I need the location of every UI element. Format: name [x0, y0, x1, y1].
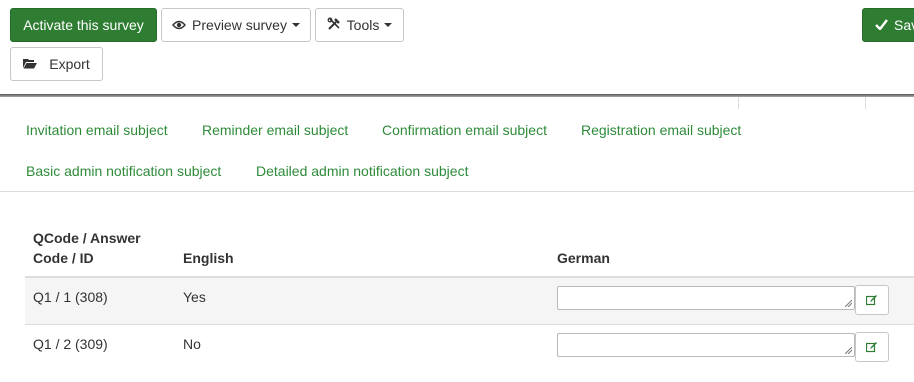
tab-reminder-email-subject[interactable]: Reminder email subject: [202, 122, 348, 138]
row-code: Q1 / 2 (309): [33, 336, 108, 352]
save-label: Sav: [894, 17, 914, 33]
preview-survey-button[interactable]: Preview survey: [161, 8, 311, 42]
german-translation-input[interactable]: [557, 286, 855, 310]
row-code: Q1 / 1 (308): [33, 289, 108, 305]
column-header-german: German: [557, 250, 610, 266]
tab-registration-email-subject[interactable]: Registration email subject: [581, 122, 741, 138]
tools-icon: [327, 17, 341, 34]
resize-grip-icon[interactable]: [845, 300, 852, 307]
edit-translation-button[interactable]: [855, 332, 889, 362]
tab-confirmation-email-subject[interactable]: Confirmation email subject: [382, 122, 547, 138]
toolbar-shadow: [0, 94, 914, 97]
checkmark-icon: [875, 18, 888, 33]
column-header-qcode-line1: QCode / Answer: [33, 230, 141, 246]
divider: [865, 97, 866, 109]
preview-survey-label: Preview survey: [192, 17, 287, 33]
tools-button[interactable]: Tools: [315, 8, 404, 42]
edit-icon: [866, 342, 877, 353]
export-button[interactable]: Export: [10, 47, 103, 81]
export-label: Export: [49, 56, 90, 72]
folder-open-icon: [23, 57, 38, 72]
column-header-qcode-line2: Code / ID: [33, 250, 94, 266]
top-toolbar: Activate this survey Preview survey Tool…: [0, 0, 914, 95]
tools-label: Tools: [346, 17, 380, 33]
resize-grip-icon[interactable]: [845, 347, 852, 354]
row-english: Yes: [183, 289, 206, 305]
edit-translation-button[interactable]: [855, 285, 889, 315]
activate-survey-button[interactable]: Activate this survey: [10, 8, 157, 42]
activate-survey-label: Activate this survey: [23, 17, 144, 33]
chevron-down-icon: [384, 23, 393, 27]
tab-basic-admin-notification-subject[interactable]: Basic admin notification subject: [26, 163, 221, 179]
tab-detailed-admin-notification-subject[interactable]: Detailed admin notification subject: [256, 163, 468, 179]
column-header-english: English: [183, 250, 234, 266]
chevron-down-icon: [291, 23, 300, 27]
german-translation-input[interactable]: [557, 333, 855, 357]
divider: [738, 97, 739, 109]
email-subject-tabs: Invitation email subject Reminder email …: [0, 110, 914, 192]
save-button[interactable]: Sav: [862, 8, 914, 42]
column-header-qcode: QCode / Answer Code / ID: [33, 228, 141, 268]
row-english: No: [183, 336, 201, 352]
eye-icon: [172, 18, 186, 33]
tab-invitation-email-subject[interactable]: Invitation email subject: [26, 122, 168, 138]
edit-icon: [866, 295, 877, 306]
